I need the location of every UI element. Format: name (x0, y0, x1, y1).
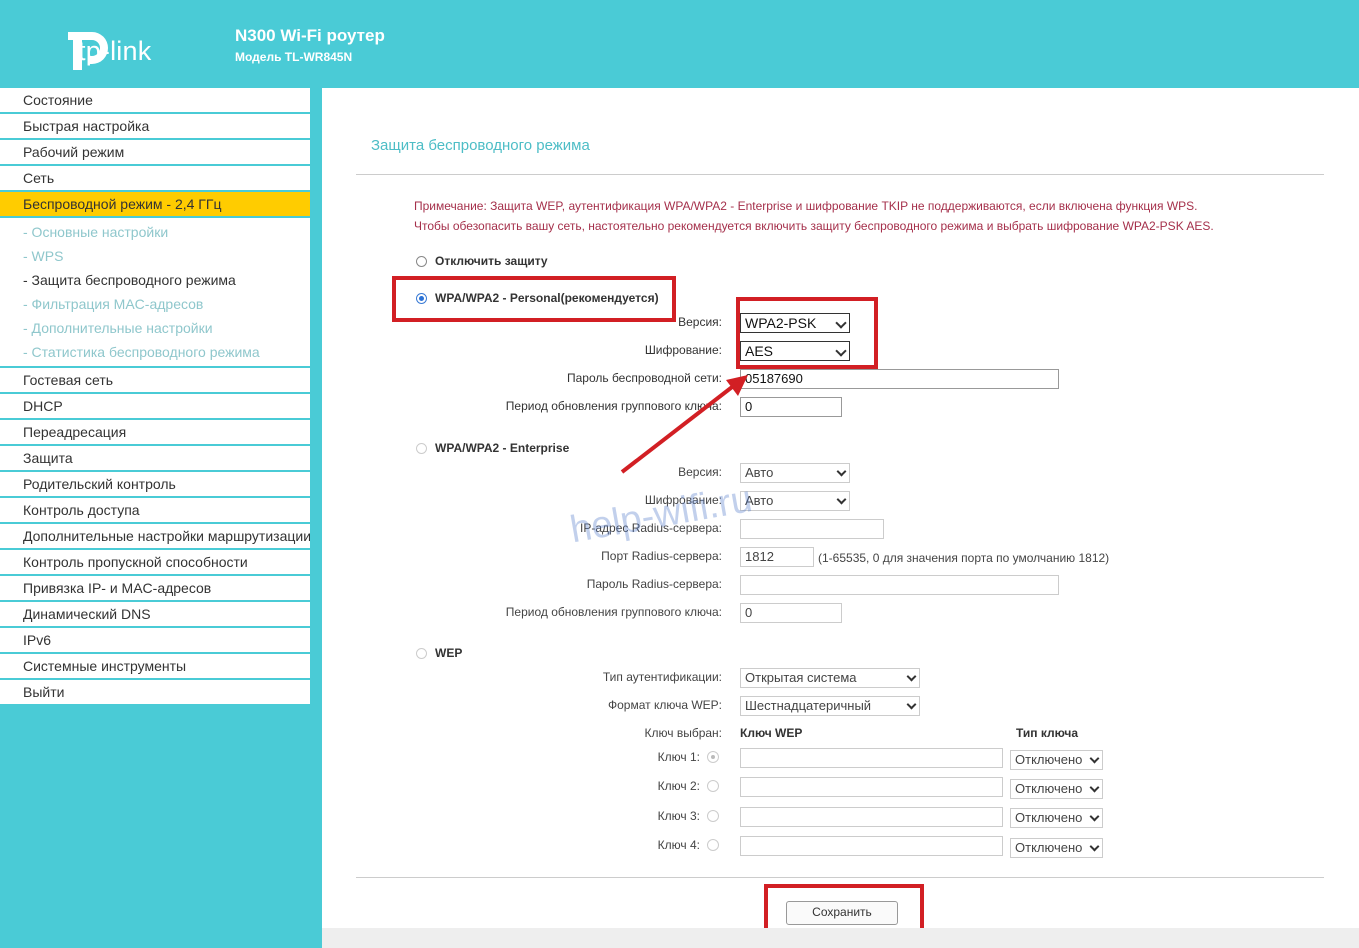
highlight-wpa-personal (392, 276, 676, 322)
chevron-down-icon (906, 699, 917, 710)
sidebar-item-parental-control[interactable]: Родительский контроль (0, 472, 310, 496)
sidebar-menu: Состояние Быстрая настройка Рабочий режи… (0, 88, 310, 706)
note-line-1: Примечание: Защита WEP, аутентификация W… (414, 199, 1198, 213)
model-subtitle: Модель TL-WR845N (235, 50, 353, 64)
wep-key-1-input[interactable] (740, 748, 1003, 768)
wep-key-format-value: Шестнадцатеричный (745, 698, 872, 713)
chevron-down-icon (906, 671, 917, 682)
sidebar-subitem-advanced[interactable]: - Дополнительные настройки (0, 316, 310, 340)
disable-security-label: Отключить защиту (435, 254, 548, 268)
wep-key-2-type-value: Отключено (1015, 781, 1083, 796)
chevron-down-icon (1089, 753, 1100, 764)
wpa-enterprise-option[interactable]: WPA/WPA2 - Enterprise (416, 441, 569, 455)
sidebar-item-advanced-routing[interactable]: Дополнительные настройки маршрутизации (0, 524, 310, 548)
wep-key-1-radio[interactable] (707, 751, 719, 763)
wep-key-type-column-header: Тип ключа (1016, 726, 1079, 740)
red-arrow-icon (620, 375, 748, 474)
highlight-version-encryption (736, 297, 878, 369)
wep-key-4-type-select[interactable]: Отключено (1010, 838, 1103, 858)
sidebar-subitem-statistics[interactable]: - Статистика беспроводного режима (0, 340, 310, 364)
sidebar-item-dhcp[interactable]: DHCP (0, 394, 310, 418)
enterprise-group-key-label: Период обновления группового ключа: (505, 605, 722, 619)
wep-key-3-radio[interactable] (707, 810, 719, 822)
sidebar-item-forwarding[interactable]: Переадресация (0, 420, 310, 444)
wep-key-2-radio[interactable] (707, 780, 719, 792)
divider-bottom (356, 877, 1324, 878)
wep-key-3-input[interactable] (740, 807, 1003, 827)
wep-key-format-label: Формат ключа WEP: (607, 698, 722, 712)
sidebar-subitem-basic-settings[interactable]: - Основные настройки (0, 220, 310, 244)
page-title: Защита беспроводного режима (371, 137, 590, 154)
wep-key-2-input[interactable] (740, 777, 1003, 797)
wep-key-1-label: Ключ 1: (657, 750, 700, 764)
wep-key-column-header: Ключ WEP (740, 726, 803, 740)
sidebar-item-access-control[interactable]: Контроль доступа (0, 498, 310, 522)
personal-password-input[interactable]: 05187690 (740, 369, 1059, 389)
sidebar-subitem-mac-filtering[interactable]: - Фильтрация MAC-адресов (0, 292, 310, 316)
wpa-enterprise-label: WPA/WPA2 - Enterprise (435, 441, 570, 455)
main-content: Защита беспроводного режима Примечание: … (322, 88, 1359, 948)
wireless-submenu: - Основные настройки - WPS - Защита бесп… (0, 218, 310, 366)
sidebar-item-bandwidth-control[interactable]: Контроль пропускной способности (0, 550, 310, 574)
wep-label: WEP (435, 646, 463, 660)
sidebar-item-ip-mac-binding[interactable]: Привязка IP- и MAC-адресов (0, 576, 310, 600)
sidebar-item-dynamic-dns[interactable]: Динамический DNS (0, 602, 310, 626)
sidebar-item-operation-mode[interactable]: Рабочий режим (0, 140, 310, 164)
wep-key-4-input[interactable] (740, 836, 1003, 856)
sidebar-item-system-tools[interactable]: Системные инструменты (0, 654, 310, 678)
content-footer-bar (322, 928, 1359, 948)
wep-key-3-type-select[interactable]: Отключено (1010, 808, 1103, 828)
wep-key-1-type-select[interactable]: Отключено (1010, 750, 1103, 770)
sidebar-item-status[interactable]: Состояние (0, 88, 310, 112)
disable-security-radio[interactable] (416, 255, 427, 267)
wep-key-4-radio[interactable] (707, 839, 719, 851)
chevron-down-icon (1089, 811, 1100, 822)
watermark-text: help-wifi.ru (567, 478, 756, 552)
radius-port-input[interactable]: 1812 (740, 547, 814, 567)
wep-key-2-label: Ключ 2: (657, 779, 700, 793)
chevron-down-icon (836, 494, 847, 505)
wep-auth-type-select[interactable]: Открытая система (740, 668, 920, 688)
divider-top (356, 174, 1324, 175)
wep-key-format-select[interactable]: Шестнадцатеричный (740, 696, 920, 716)
wep-option[interactable]: WEP (416, 646, 462, 660)
wep-key-3-label: Ключ 3: (657, 809, 700, 823)
radius-password-input[interactable] (740, 575, 1059, 595)
wep-key-3-type-value: Отключено (1015, 810, 1083, 825)
wep-key-4-label: Ключ 4: (657, 838, 700, 852)
disable-security-option[interactable]: Отключить защиту (416, 254, 548, 268)
radius-ip-input[interactable] (740, 519, 884, 539)
sidebar-item-network[interactable]: Сеть (0, 166, 310, 190)
sidebar-item-quick-setup[interactable]: Быстрая настройка (0, 114, 310, 138)
sidebar-item-ipv6[interactable]: IPv6 (0, 628, 310, 652)
chevron-down-icon (836, 466, 847, 477)
wep-key-1-type-value: Отключено (1015, 752, 1083, 767)
enterprise-group-key-input[interactable]: 0 (740, 603, 842, 623)
product-title: N300 Wi-Fi роутер (235, 26, 385, 45)
sidebar-item-security[interactable]: Защита (0, 446, 310, 470)
sidebar-item-wireless-24[interactable]: Беспроводной режим - 2,4 ГГц (0, 192, 310, 216)
sidebar-item-guest-network[interactable]: Гостевая сеть (0, 368, 310, 392)
radius-port-label: Порт Radius-сервера: (601, 549, 722, 563)
enterprise-encryption-select[interactable]: Авто (740, 491, 850, 511)
wpa-enterprise-radio[interactable] (416, 442, 427, 454)
note-line-2: Чтобы обезопасить вашу сеть, настоятельн… (414, 219, 1214, 233)
wep-auth-type-label: Тип аутентификации: (602, 670, 722, 684)
wep-radio[interactable] (416, 647, 427, 659)
chevron-down-icon (1089, 841, 1100, 852)
personal-encryption-label: Шифрование: (644, 343, 722, 357)
chevron-down-icon (1089, 782, 1100, 793)
sidebar-subitem-wireless-security[interactable]: - Защита беспроводного режима (0, 268, 310, 292)
logo-text: tp-link (78, 36, 152, 66)
sidebar-subitem-wps[interactable]: - WPS (0, 244, 310, 268)
wep-key-2-type-select[interactable]: Отключено (1010, 779, 1103, 799)
wep-key-4-type-value: Отключено (1015, 840, 1083, 855)
radius-password-label: Пароль Radius-сервера: (586, 577, 722, 591)
wep-key-selected-label: Ключ выбран: (644, 726, 723, 740)
radius-port-hint: (1-65535, 0 для значения порта по умолча… (818, 551, 1110, 565)
wep-auth-type-value: Открытая система (745, 670, 857, 685)
sidebar-item-logout[interactable]: Выйти (0, 680, 310, 704)
header: tp-link N300 Wi-Fi роутер Модель TL-WR84… (0, 0, 1359, 88)
